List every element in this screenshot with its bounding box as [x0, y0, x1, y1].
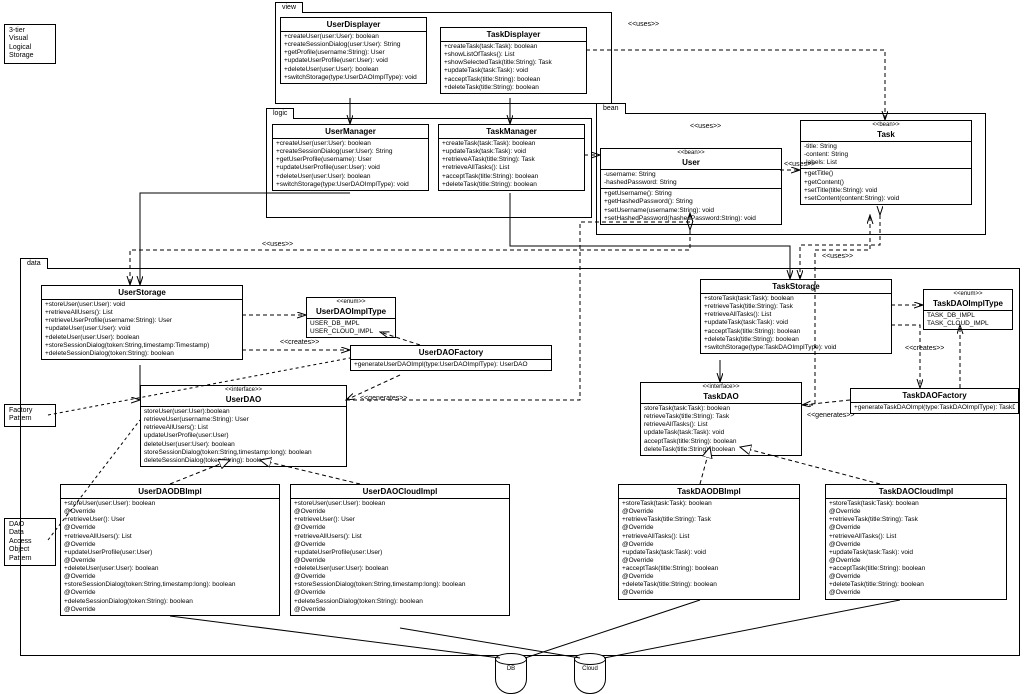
- class-userdao-factory: UserDAOFactory +generateUserDAOImpl(type…: [350, 345, 552, 371]
- note-3tier: 3-tierVisual LogicalStorage: [4, 24, 56, 64]
- class-task-storage: TaskStorage +storeTask(task:Task): boole…: [700, 279, 892, 354]
- class-userdaodbimpl: UserDAODBImpl +storeUser(user:User): boo…: [60, 484, 280, 616]
- class-user-manager: UserManager +createUser(user:User): bool…: [272, 124, 429, 191]
- class-taskdao-factory: TaskDAOFactory +generateTaskDAOImpl(type…: [850, 388, 1019, 414]
- class-task-displayer: TaskDisplayer +createTask(task:Task): bo…: [440, 27, 587, 94]
- svg-text:<<uses>>: <<uses>>: [262, 241, 293, 248]
- db-cylinder: DB: [495, 653, 525, 685]
- class-taskdaocloudimpl: TaskDAOCloudImpl +storeTask(task:Task): …: [825, 484, 1007, 600]
- class-userdao: <<interface>> UserDAO storeUser(user:Use…: [140, 385, 347, 467]
- class-taskdao-impltype: <<enum>> TaskDAOImplType TASK_DB_IMPLTAS…: [923, 289, 1013, 330]
- class-taskdaodbimpl: TaskDAODBImpl +storeTask(task:Task): boo…: [618, 484, 800, 600]
- class-userdao-impltype: <<enum>> UserDAOImplType USER_DB_IMPLUSE…: [306, 297, 396, 338]
- class-userdaocloudimpl: UserDAOCloudImpl +storeUser(user:User): …: [290, 484, 510, 616]
- class-taskdao: <<interface>> TaskDAO storeTask(task:Tas…: [640, 382, 802, 456]
- class-task: <<bean>> Task -title: String-content: St…: [800, 120, 972, 205]
- svg-text:<<uses>>: <<uses>>: [822, 253, 853, 260]
- svg-text:<<uses>>: <<uses>>: [628, 21, 659, 28]
- class-task-manager: TaskManager +createTask(task:Task): bool…: [438, 124, 585, 191]
- class-user-storage: UserStorage +storeUser(user:User): void+…: [41, 285, 243, 360]
- class-user: <<bean>> User -username: String-hashedPa…: [600, 148, 782, 225]
- cloud-cylinder: Cloud: [574, 653, 604, 685]
- class-user-displayer: UserDisplayer +createUser(user:User): bo…: [280, 17, 427, 84]
